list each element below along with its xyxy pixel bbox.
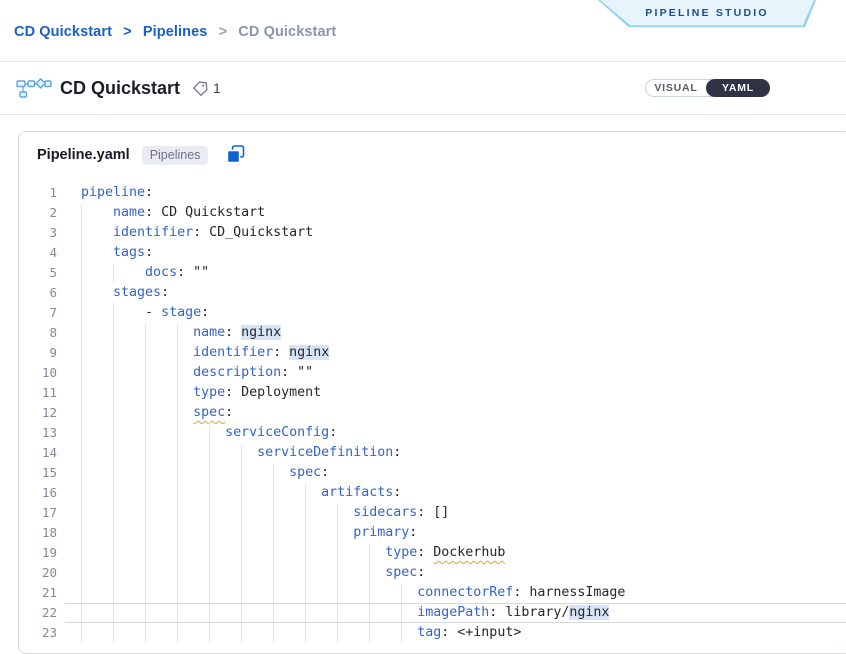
code-line[interactable]: 19 type: Dockerhub	[19, 543, 846, 563]
line-number: 8	[19, 323, 57, 343]
breadcrumb: CD Quickstart > Pipelines > CD Quickstar…	[14, 24, 336, 40]
line-number: 21	[19, 583, 57, 603]
code-line[interactable]: 17 sidecars: []	[19, 503, 846, 523]
breadcrumb-project-link[interactable]: CD Quickstart	[14, 24, 112, 40]
copy-yaml-button[interactable]	[226, 144, 246, 166]
yaml-editor-card: Pipeline.yaml Pipelines 1pipeline:2 name…	[18, 131, 846, 654]
code-content[interactable]: name: nginx	[65, 323, 846, 343]
line-number: 10	[19, 363, 57, 383]
code-line[interactable]: 23 tag: <+input>	[19, 623, 846, 643]
top-bar: CD Quickstart > Pipelines > CD Quickstar…	[0, 0, 846, 62]
code-content[interactable]: type: Deployment	[65, 383, 846, 403]
code-line[interactable]: 20 spec:	[19, 563, 846, 583]
code-content[interactable]: sidecars: []	[65, 503, 846, 523]
code-content[interactable]: name: CD Quickstart	[65, 203, 846, 223]
entity-type-badge: Pipelines	[142, 146, 209, 165]
line-number: 7	[19, 303, 57, 323]
toggle-visual-button[interactable]: VISUAL	[646, 80, 706, 96]
copy-icon	[226, 144, 246, 164]
pipeline-studio-label: PIPELINE STUDIO	[645, 7, 768, 19]
code-line[interactable]: 7 - stage:	[19, 303, 846, 323]
code-line[interactable]: 22 imagePath: library/nginx	[19, 603, 846, 623]
code-line[interactable]: 16 artifacts:	[19, 483, 846, 503]
yaml-editor[interactable]: 1pipeline:2 name: CD Quickstart3 identif…	[19, 174, 846, 643]
code-line[interactable]: 4 tags:	[19, 243, 846, 263]
code-content[interactable]: identifier: CD_Quickstart	[65, 223, 846, 243]
breadcrumb-current: CD Quickstart	[238, 24, 336, 40]
line-number: 18	[19, 523, 57, 543]
breadcrumb-separator: >	[123, 24, 132, 40]
breadcrumb-pipelines-link[interactable]: Pipelines	[143, 24, 208, 40]
code-content[interactable]: spec:	[65, 403, 846, 423]
code-line[interactable]: 3 identifier: CD_Quickstart	[19, 223, 846, 243]
line-number: 15	[19, 463, 57, 483]
code-content[interactable]: pipeline:	[65, 183, 846, 203]
toggle-yaml-button[interactable]: YAML	[706, 79, 770, 97]
tag-icon	[192, 80, 209, 97]
line-number: 14	[19, 443, 57, 463]
code-content[interactable]: spec:	[65, 463, 846, 483]
line-number: 3	[19, 223, 57, 243]
page-title: CD Quickstart	[60, 78, 180, 99]
code-content[interactable]: serviceDefinition:	[65, 443, 846, 463]
code-line[interactable]: 13 serviceConfig:	[19, 423, 846, 443]
visual-yaml-toggle: VISUAL YAML	[645, 79, 770, 97]
code-line[interactable]: 8 name: nginx	[19, 323, 846, 343]
code-line[interactable]: 6 stages:	[19, 283, 846, 303]
line-number: 13	[19, 423, 57, 443]
line-number: 17	[19, 503, 57, 523]
code-content[interactable]: stages:	[65, 283, 846, 303]
tag-count: 1	[213, 80, 221, 96]
code-content[interactable]: - stage:	[65, 303, 846, 323]
pipeline-studio-banner: PIPELINE STUDIO	[598, 0, 816, 27]
code-line[interactable]: 12 spec:	[19, 403, 846, 423]
code-content[interactable]: docs: ""	[65, 263, 846, 283]
line-number: 11	[19, 383, 57, 403]
line-number: 16	[19, 483, 57, 503]
pipeline-toolbar: CD Quickstart 1 VISUAL YAML	[0, 62, 846, 115]
code-line[interactable]: 14 serviceDefinition:	[19, 443, 846, 463]
code-content[interactable]: identifier: nginx	[65, 343, 846, 363]
code-line[interactable]: 11 type: Deployment	[19, 383, 846, 403]
breadcrumb-separator: >	[219, 24, 228, 40]
code-line[interactable]: 9 identifier: nginx	[19, 343, 846, 363]
line-number: 19	[19, 543, 57, 563]
code-line[interactable]: 2 name: CD Quickstart	[19, 203, 846, 223]
code-content[interactable]: tag: <+input>	[65, 623, 846, 643]
code-line[interactable]: 10 description: ""	[19, 363, 846, 383]
code-line[interactable]: 1 pipeline:	[19, 183, 846, 203]
line-number: 5	[19, 263, 57, 283]
code-content[interactable]: description: ""	[65, 363, 846, 383]
code-line[interactable]: 5 docs: ""	[19, 263, 846, 283]
code-content[interactable]: connectorRef: harnessImage	[65, 583, 846, 603]
pipeline-icon	[16, 77, 52, 99]
code-line[interactable]: 15 spec:	[19, 463, 846, 483]
yaml-card-header: Pipeline.yaml Pipelines	[19, 132, 846, 174]
line-number: 1	[19, 183, 57, 203]
line-number: 6	[19, 283, 57, 303]
line-number: 2	[19, 203, 57, 223]
code-line[interactable]: 21 connectorRef: harnessImage	[19, 583, 846, 603]
line-number: 20	[19, 563, 57, 583]
code-content[interactable]: imagePath: library/nginx	[65, 603, 846, 623]
line-number: 12	[19, 403, 57, 423]
code-content[interactable]: primary:	[65, 523, 846, 543]
code-content[interactable]: artifacts:	[65, 483, 846, 503]
line-number: 22	[19, 603, 57, 623]
code-content[interactable]: serviceConfig:	[65, 423, 846, 443]
line-number: 23	[19, 623, 57, 643]
line-number: 4	[19, 243, 57, 263]
line-number: 9	[19, 343, 57, 363]
yaml-filename: Pipeline.yaml	[37, 147, 130, 163]
tag-count-group: 1	[192, 80, 221, 97]
code-content[interactable]: type: Dockerhub	[65, 543, 846, 563]
code-content[interactable]: tags:	[65, 243, 846, 263]
code-content[interactable]: spec:	[65, 563, 846, 583]
code-line[interactable]: 18 primary:	[19, 523, 846, 543]
